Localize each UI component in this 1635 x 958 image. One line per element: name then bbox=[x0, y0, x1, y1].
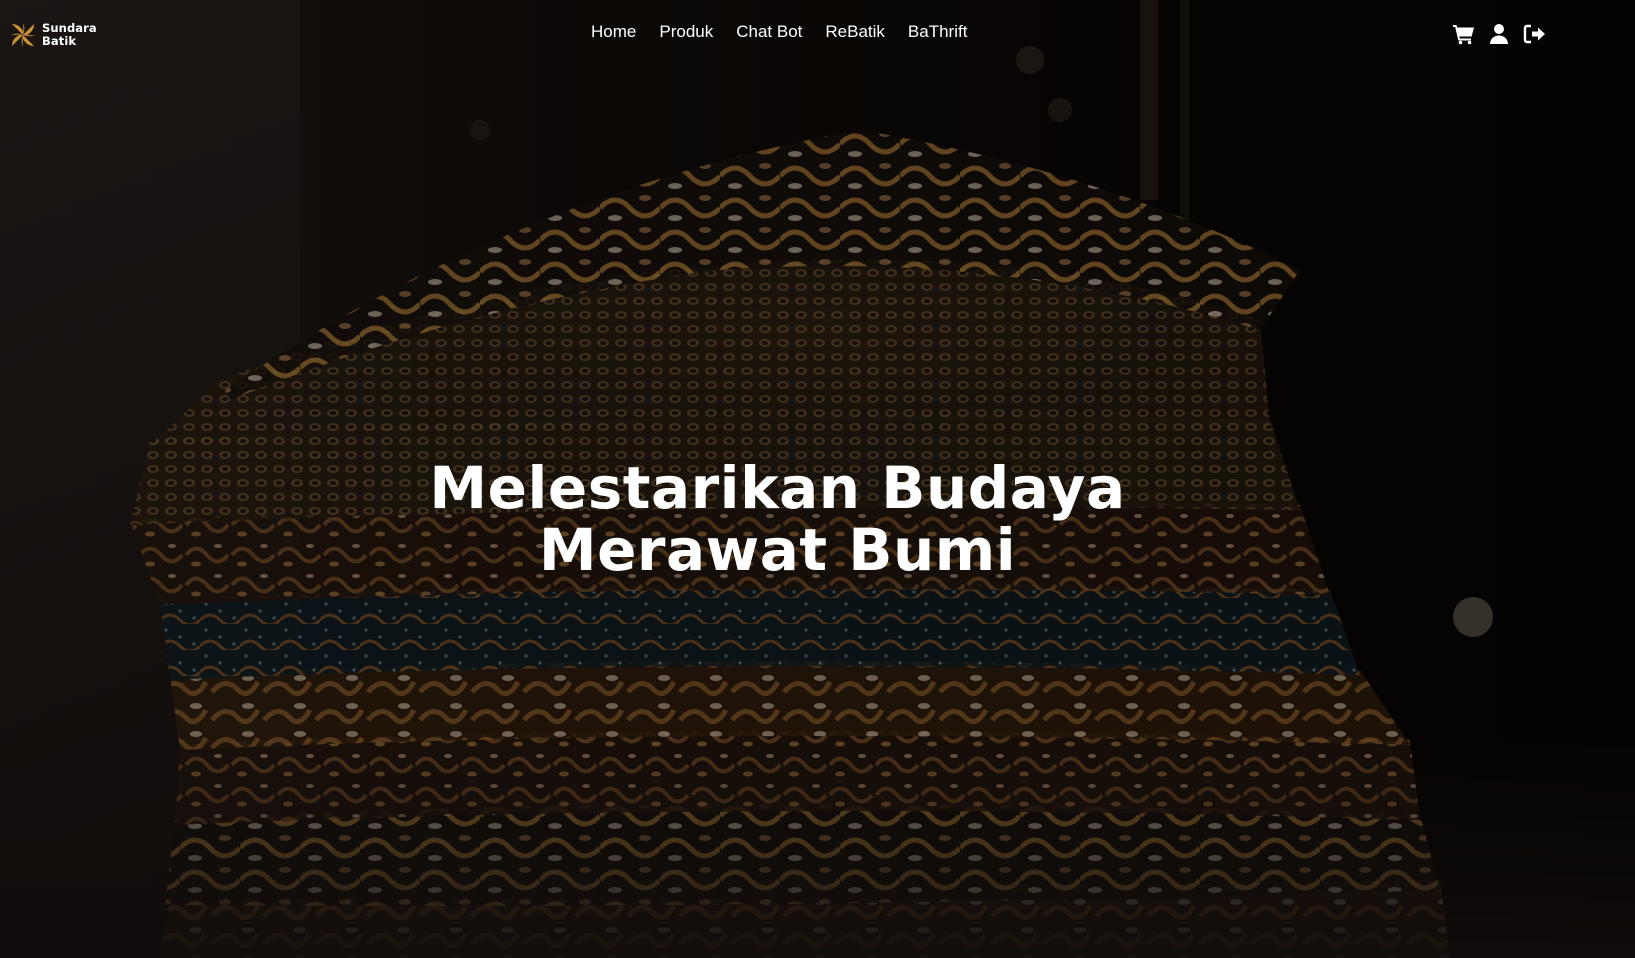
brand-name-line2: Batik bbox=[42, 34, 77, 48]
headline-line2: Merawat Bumi bbox=[538, 515, 1017, 584]
nav-actions bbox=[1452, 22, 1557, 46]
batik-flower-icon bbox=[11, 23, 35, 47]
cart-icon[interactable] bbox=[1452, 22, 1476, 46]
user-icon[interactable] bbox=[1487, 22, 1511, 46]
hero-section: Sundara Batik Home Produk Chat Bot ReBat… bbox=[0, 0, 1635, 958]
nav-chat-bot[interactable]: Chat Bot bbox=[736, 21, 802, 43]
nav-produk[interactable]: Produk bbox=[659, 21, 713, 43]
logout-icon[interactable] bbox=[1522, 22, 1546, 46]
nav-home[interactable]: Home bbox=[591, 21, 636, 43]
main-nav: Home Produk Chat Bot ReBatik BaThrift bbox=[591, 21, 990, 43]
top-navbar: Sundara Batik Home Produk Chat Bot ReBat… bbox=[0, 0, 1635, 66]
brand-logo[interactable]: Sundara Batik bbox=[9, 20, 97, 50]
nav-rebatik[interactable]: ReBatik bbox=[825, 21, 885, 43]
brand-name: Sundara Batik bbox=[42, 22, 97, 48]
nav-bathrift[interactable]: BaThrift bbox=[908, 21, 968, 43]
hero-headline: Melestarikan Budaya Merawat Bumi bbox=[0, 457, 1555, 581]
headline-line1: Melestarikan Budaya bbox=[429, 453, 1126, 522]
